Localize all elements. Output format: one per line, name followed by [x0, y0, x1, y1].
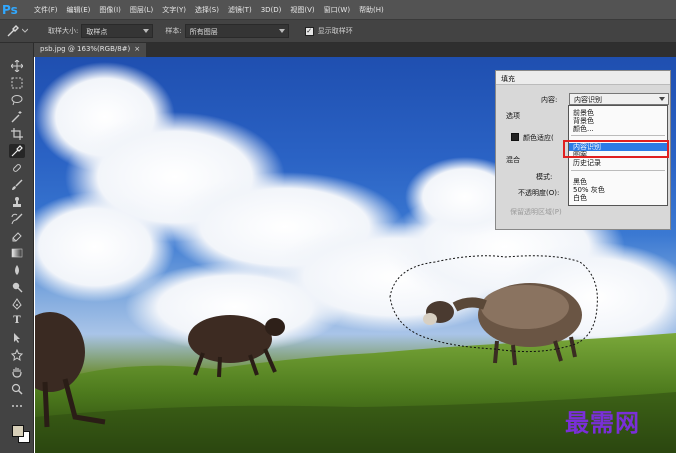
- more-tools-icon[interactable]: [9, 399, 25, 413]
- document-tab-bar: psb.jpg @ 163%(RGB/8#) ×: [34, 43, 676, 57]
- mode-label: 模式:: [536, 173, 553, 181]
- watermark-text: 最需网: [565, 408, 640, 437]
- sample-layers-select[interactable]: 所有图层: [184, 24, 289, 38]
- document-tab-title: psb.jpg @ 163%(RGB/8#): [40, 45, 131, 53]
- content-select-value: 内容识别: [574, 96, 602, 104]
- sample-label: 样本:: [165, 27, 182, 35]
- fill-dialog-title: 填充: [496, 71, 670, 85]
- chevron-down-icon: [22, 28, 28, 33]
- dropdown-item-black[interactable]: 黑色: [569, 178, 667, 186]
- opacity-label: 不透明度(O):: [518, 189, 560, 197]
- crop-tool-icon[interactable]: [9, 127, 25, 141]
- dropdown-item-white[interactable]: 白色: [569, 194, 667, 202]
- dropdown-item-history[interactable]: 历史记录: [569, 159, 667, 167]
- options-bar: 取样大小: 取样点 样本: 所有图层 ✓ 显示取样环: [0, 19, 676, 43]
- healing-brush-tool-icon[interactable]: [9, 161, 25, 175]
- show-ring-label: 显示取样环: [317, 27, 353, 35]
- dropdown-item-color[interactable]: 颜色...: [569, 125, 667, 133]
- sample-size-value: 取样点: [86, 28, 108, 36]
- brush-tool-icon[interactable]: [9, 178, 25, 192]
- dropdown-item-content-aware[interactable]: 内容识别: [569, 143, 667, 151]
- pen-tool-icon[interactable]: [9, 297, 25, 311]
- dropdown-separator: [571, 135, 665, 136]
- chevron-down-icon: [143, 29, 150, 33]
- menu-layer[interactable]: 图层(L): [130, 5, 153, 15]
- zoom-tool-icon[interactable]: [9, 382, 25, 396]
- menu-file[interactable]: 文件(F): [34, 5, 58, 15]
- dropdown-item-foreground[interactable]: 前景色: [569, 109, 667, 117]
- dropdown-separator: [571, 170, 665, 171]
- path-selection-tool-icon[interactable]: [9, 331, 25, 345]
- content-dropdown-list: 前景色 背景色 颜色... 内容识别 图案 历史记录 黑色 50% 灰色 白色: [568, 105, 668, 206]
- move-tool-icon[interactable]: [9, 59, 25, 73]
- shape-tool-icon[interactable]: [9, 348, 25, 362]
- sample-layers-value: 所有图层: [189, 28, 218, 36]
- type-tool-icon[interactable]: T: [9, 314, 25, 328]
- toolbox: T: [0, 43, 34, 453]
- blur-tool-icon[interactable]: [9, 263, 25, 277]
- sample-size-label: 取样大小:: [48, 27, 79, 35]
- menu-bar: Ps 文件(F) 编辑(E) 图像(I) 图层(L) 文字(Y) 选择(S) 滤…: [0, 0, 676, 19]
- eyedropper-tool-icon[interactable]: [9, 144, 25, 158]
- menu-window[interactable]: 窗口(W): [324, 5, 350, 15]
- foreground-color-swatch[interactable]: [12, 425, 24, 437]
- content-label: 内容:: [541, 96, 558, 104]
- dodge-tool-icon[interactable]: [9, 280, 25, 294]
- menu-edit[interactable]: 编辑(E): [67, 5, 91, 15]
- show-ring-checkbox[interactable]: ✓: [304, 26, 314, 36]
- menu-filter[interactable]: 滤镜(T): [228, 5, 252, 15]
- eyedropper-tool-preset[interactable]: [6, 22, 36, 40]
- dropdown-item-background[interactable]: 背景色: [569, 117, 667, 125]
- menu-type[interactable]: 文字(Y): [162, 5, 186, 15]
- gradient-tool-icon[interactable]: [9, 246, 25, 260]
- color-adaptation-checkbox[interactable]: [511, 133, 519, 141]
- options-label: 选项: [506, 112, 520, 120]
- chevron-down-icon: [659, 97, 665, 101]
- checkmark-icon: ✓: [306, 26, 313, 35]
- sample-size-select[interactable]: 取样点: [81, 24, 154, 38]
- menu-view[interactable]: 视图(V): [290, 5, 314, 15]
- eyedropper-icon: [7, 25, 19, 37]
- dropdown-item-pattern[interactable]: 图案: [569, 151, 667, 159]
- menu-help[interactable]: 帮助(H): [359, 5, 384, 15]
- close-icon[interactable]: ×: [134, 45, 140, 53]
- photoshop-logo-icon: Ps: [2, 2, 18, 17]
- color-adaptation-label: 颜色适应(: [523, 134, 554, 142]
- hand-tool-icon[interactable]: [9, 365, 25, 379]
- magic-wand-tool-icon[interactable]: [9, 110, 25, 124]
- marquee-tool-icon[interactable]: [9, 76, 25, 90]
- chevron-down-icon: [278, 29, 285, 33]
- content-select[interactable]: 内容识别: [569, 93, 669, 105]
- document-tab[interactable]: psb.jpg @ 163%(RGB/8#) ×: [34, 43, 147, 57]
- history-brush-tool-icon[interactable]: [9, 212, 25, 226]
- blending-label: 混合: [506, 156, 520, 164]
- eraser-tool-icon[interactable]: [9, 229, 25, 243]
- lasso-tool-icon[interactable]: [9, 93, 25, 107]
- preserve-transparency-label: 保留透明区域(P): [510, 208, 562, 216]
- dropdown-item-gray[interactable]: 50% 灰色: [569, 186, 667, 194]
- menu-image[interactable]: 图像(I): [99, 5, 121, 15]
- menu-select[interactable]: 选择(S): [195, 5, 219, 15]
- clone-stamp-tool-icon[interactable]: [9, 195, 25, 209]
- menu-3d[interactable]: 3D(D): [261, 6, 282, 14]
